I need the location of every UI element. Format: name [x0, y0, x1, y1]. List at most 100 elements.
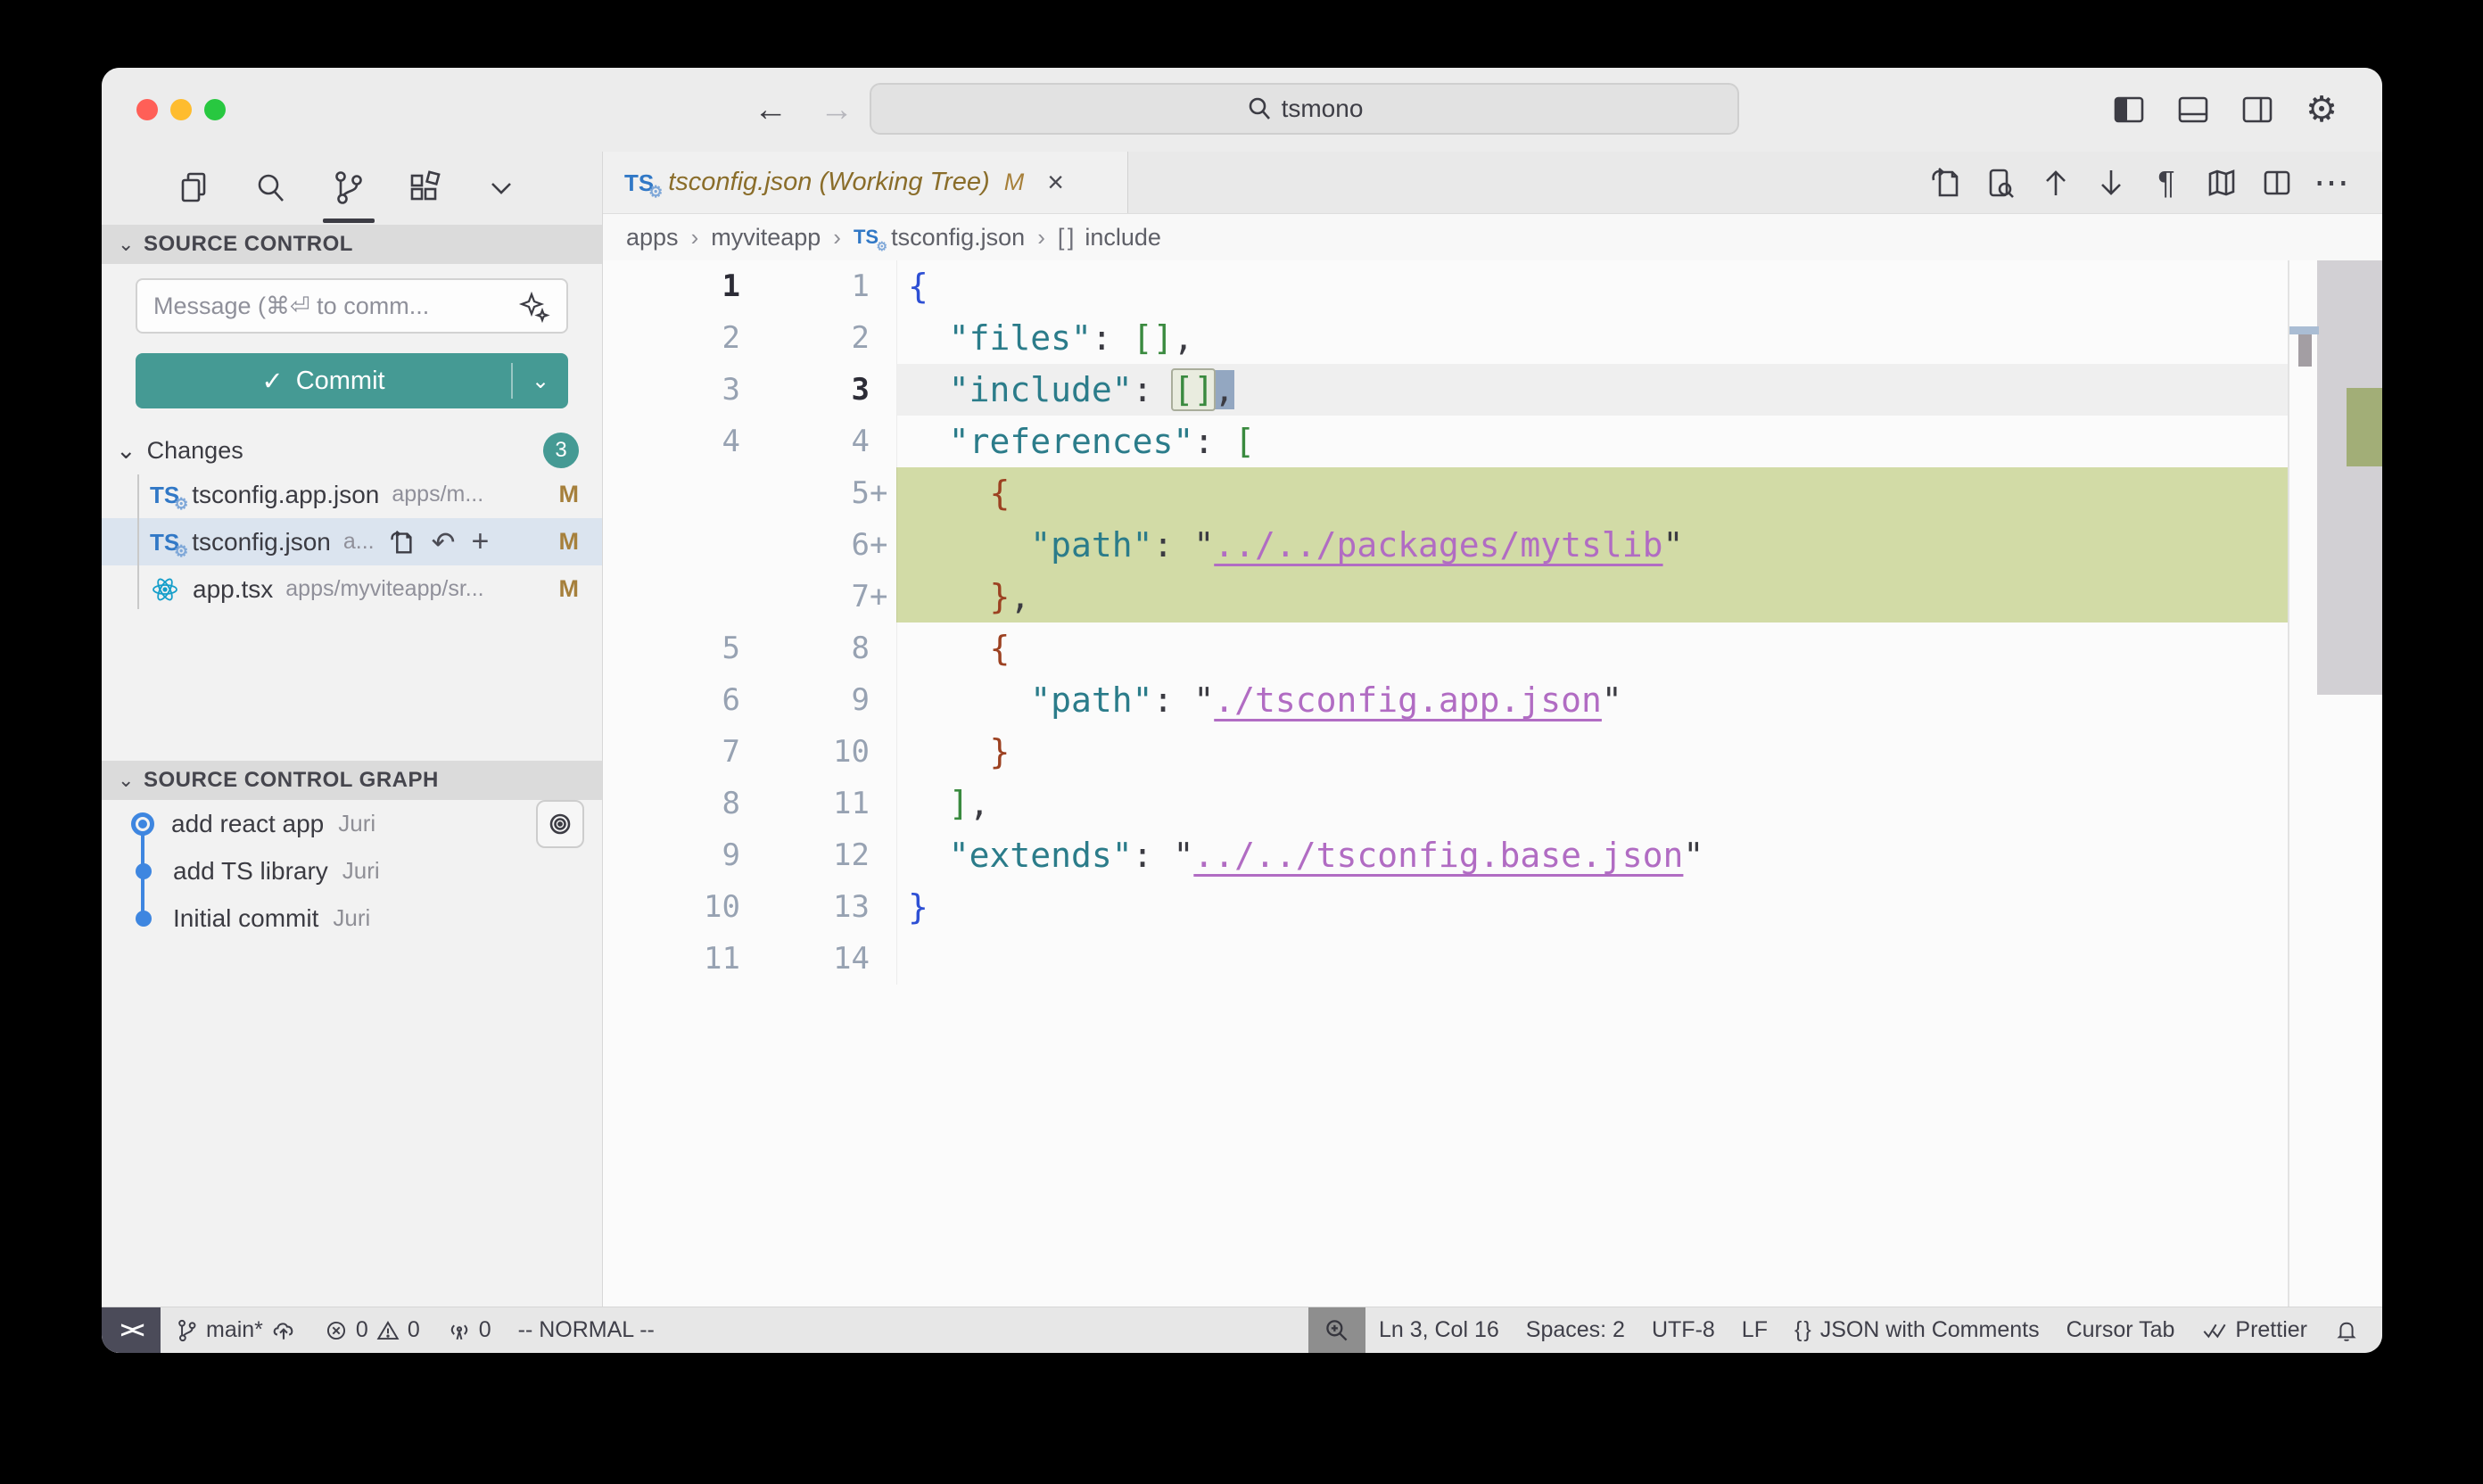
- views-chevron-icon[interactable]: [482, 161, 521, 215]
- code-line-content[interactable]: }: [896, 726, 2288, 778]
- code-line[interactable]: 22 "files": [],: [603, 312, 2382, 364]
- branch-status-item[interactable]: main*: [161, 1307, 310, 1353]
- code-token: "path": [1030, 525, 1152, 565]
- formatter-item[interactable]: Prettier: [2188, 1307, 2321, 1353]
- code-line[interactable]: 5+ {: [603, 467, 2382, 519]
- commit-message: add react app: [171, 810, 324, 838]
- code-line-content[interactable]: }: [896, 881, 2288, 933]
- code-line-content[interactable]: "references": [: [896, 416, 2288, 467]
- code-line[interactable]: 69 "path": "./tsconfig.app.json": [603, 674, 2382, 726]
- changed-file-row[interactable]: app.tsx apps/myviteapp/sr... M: [102, 565, 602, 613]
- code-line[interactable]: 7+ },: [603, 571, 2382, 622]
- encoding-item[interactable]: UTF-8: [1638, 1307, 1728, 1353]
- code-line-content[interactable]: {: [896, 467, 2288, 519]
- code-line[interactable]: 58 {: [603, 622, 2382, 674]
- code-token: ]: [949, 784, 969, 823]
- settings-gear-icon[interactable]: ⚙: [2301, 89, 2342, 130]
- commit-button[interactable]: ✓ Commit ⌄: [136, 353, 568, 408]
- commit-graph: add react app Juri add TS library Juri I…: [102, 800, 602, 942]
- ports-status-item[interactable]: 0: [433, 1307, 505, 1353]
- commit-row[interactable]: Initial commit Juri: [102, 895, 602, 942]
- goto-current-history-item-button[interactable]: [536, 800, 584, 848]
- commit-message-input[interactable]: Message (⌘⏎ to comm...: [136, 278, 568, 334]
- changed-file-row[interactable]: TS⚙ tsconfig.app.json apps/m... M: [102, 471, 602, 518]
- toggle-secondary-sidebar-button[interactable]: [2237, 89, 2278, 130]
- cursor-tab-item[interactable]: Cursor Tab: [2053, 1307, 2189, 1353]
- commit-row[interactable]: add TS library Juri: [102, 847, 602, 895]
- modified-badge: M: [559, 528, 580, 556]
- close-window-button[interactable]: [136, 99, 158, 120]
- code-line-content[interactable]: "path": "./tsconfig.app.json": [896, 674, 2288, 726]
- react-file-icon: [150, 574, 180, 605]
- commit-dropdown-button[interactable]: ⌄: [513, 368, 568, 394]
- code-line-content[interactable]: {: [896, 260, 2288, 312]
- navigate-back-button[interactable]: ←: [753, 87, 788, 132]
- minimize-window-button[interactable]: [170, 99, 192, 120]
- commit-row[interactable]: add react app Juri: [102, 800, 602, 847]
- more-actions-icon[interactable]: ⋯: [2313, 163, 2352, 202]
- diff-editor[interactable]: 11{22 "files": [],33 "include": [],44 "r…: [603, 260, 2382, 1307]
- explorer-icon[interactable]: [175, 161, 214, 215]
- problems-status-item[interactable]: 0 0: [310, 1307, 433, 1353]
- code-line[interactable]: 6+ "path": "../../packages/mytslib": [603, 519, 2382, 571]
- zoom-indicator[interactable]: [1308, 1307, 1365, 1353]
- code-line[interactable]: 1114: [603, 933, 2382, 985]
- tab-close-icon[interactable]: ×: [1047, 166, 1064, 199]
- search-view-icon[interactable]: [252, 161, 291, 215]
- split-editor-icon[interactable]: [2257, 163, 2297, 202]
- code-line-content[interactable]: },: [896, 571, 2288, 622]
- scrollbar-slider[interactable]: [2317, 260, 2382, 695]
- map-icon[interactable]: [2202, 163, 2241, 202]
- tab-title: tsconfig.json (Working Tree): [668, 168, 989, 197]
- source-control-graph-header[interactable]: ⌄ SOURCE CONTROL GRAPH: [102, 761, 602, 800]
- code-line[interactable]: 710 }: [603, 726, 2382, 778]
- navigate-forward-button[interactable]: →: [819, 87, 854, 132]
- indentation-item[interactable]: Spaces: 2: [1513, 1307, 1638, 1353]
- code-line-content[interactable]: ],: [896, 778, 2288, 829]
- sparkle-icon[interactable]: [516, 289, 550, 323]
- toggle-whitespace-icon[interactable]: ¶: [2147, 163, 2186, 202]
- breadcrumb-item[interactable]: tsconfig.json: [891, 224, 1025, 251]
- source-control-view-icon[interactable]: [328, 161, 367, 215]
- inline-diff-view-icon[interactable]: [1981, 163, 2020, 202]
- overview-ruler[interactable]: [2288, 260, 2382, 1307]
- gutter-original-line-number: [603, 571, 740, 622]
- code-line[interactable]: 811 ],: [603, 778, 2382, 829]
- code-line[interactable]: 1013}: [603, 881, 2382, 933]
- code-line-content[interactable]: {: [896, 622, 2288, 674]
- modified-badge: M: [559, 575, 580, 603]
- changes-section-header[interactable]: ⌄ Changes 3: [102, 430, 602, 471]
- command-center-search[interactable]: tsmono: [870, 83, 1739, 135]
- open-file-icon[interactable]: [387, 528, 416, 556]
- eol-item[interactable]: LF: [1728, 1307, 1781, 1353]
- vim-mode-indicator[interactable]: -- NORMAL --: [505, 1307, 668, 1353]
- code-line-content[interactable]: "files": [],: [896, 312, 2288, 364]
- code-line-content[interactable]: "path": "../../packages/mytslib": [896, 519, 2288, 571]
- tab-tsconfig-working-tree[interactable]: TS⚙ tsconfig.json (Working Tree) M ×: [603, 152, 1128, 213]
- code-line[interactable]: 44 "references": [: [603, 416, 2382, 467]
- source-control-section-header[interactable]: ⌄ SOURCE CONTROL: [102, 225, 602, 264]
- code-line-content[interactable]: "include": [],: [896, 364, 2288, 416]
- breadcrumb-item[interactable]: myviteapp: [711, 224, 821, 251]
- toggle-primary-sidebar-button[interactable]: [2108, 89, 2149, 130]
- code-line-content[interactable]: [896, 933, 2288, 985]
- breadcrumb-item[interactable]: apps: [626, 224, 679, 251]
- code-line[interactable]: 912 "extends": "../../tsconfig.base.json…: [603, 829, 2382, 881]
- code-line-content[interactable]: "extends": "../../tsconfig.base.json": [896, 829, 2288, 881]
- next-change-icon[interactable]: [2091, 163, 2131, 202]
- maximize-window-button[interactable]: [204, 99, 226, 120]
- remote-indicator[interactable]: ><: [102, 1307, 161, 1353]
- notifications-bell[interactable]: [2321, 1307, 2382, 1353]
- discard-changes-icon[interactable]: ↶: [432, 525, 456, 559]
- open-file-icon[interactable]: [1926, 163, 1965, 202]
- stage-changes-icon[interactable]: +: [471, 524, 489, 559]
- cursor-position-item[interactable]: Ln 3, Col 16: [1365, 1307, 1513, 1353]
- language-mode-item[interactable]: {} JSON with Comments: [1781, 1307, 2053, 1353]
- changed-file-row-selected[interactable]: TS⚙ tsconfig.json a... ↶ + M: [102, 518, 602, 565]
- extensions-icon[interactable]: [405, 161, 444, 215]
- code-line[interactable]: 11{: [603, 260, 2382, 312]
- breadcrumb-item[interactable]: include: [1085, 224, 1161, 251]
- toggle-panel-button[interactable]: [2173, 89, 2214, 130]
- previous-change-icon[interactable]: [2036, 163, 2075, 202]
- code-line[interactable]: 33 "include": [],: [603, 364, 2382, 416]
